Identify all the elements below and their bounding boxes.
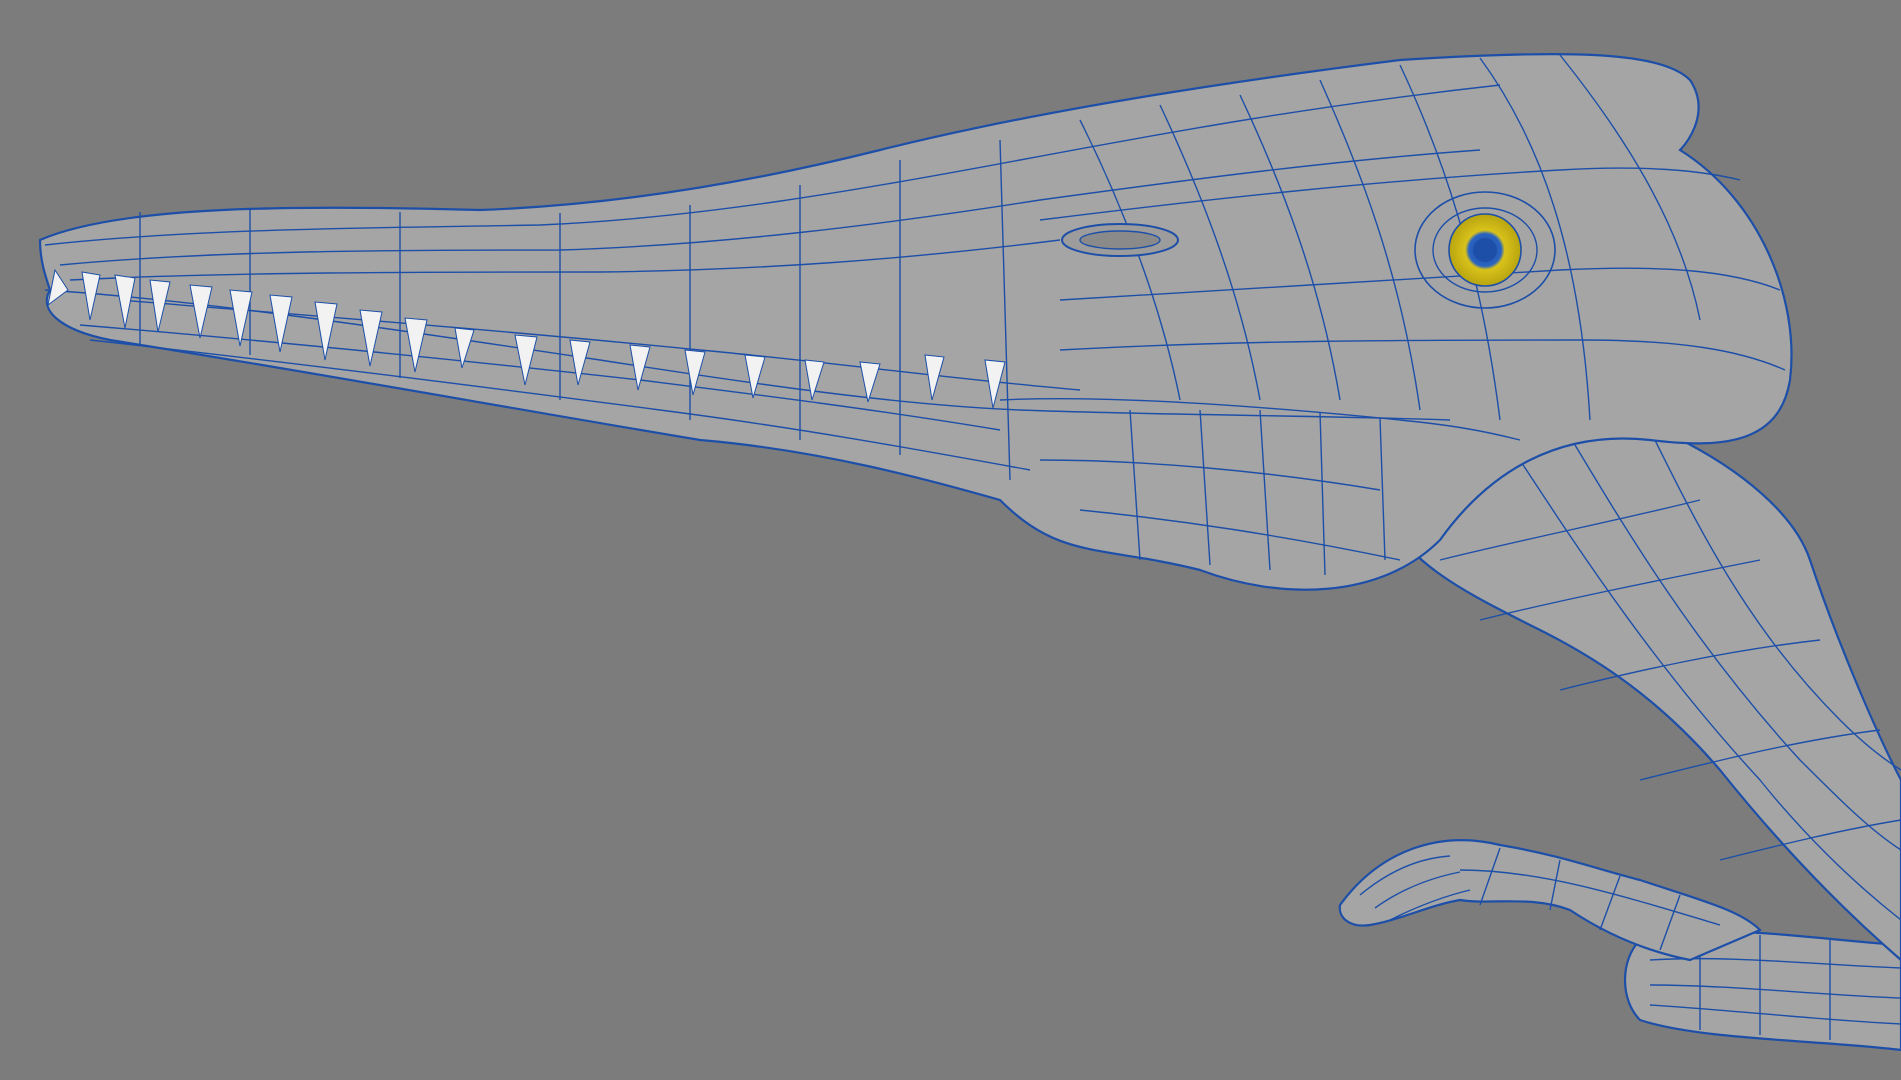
- model-render[interactable]: [0, 0, 1901, 1080]
- arm-mesh[interactable]: [1338, 839, 1762, 962]
- 3d-viewport[interactable]: [0, 0, 1901, 1080]
- nostril: [1061, 223, 1179, 257]
